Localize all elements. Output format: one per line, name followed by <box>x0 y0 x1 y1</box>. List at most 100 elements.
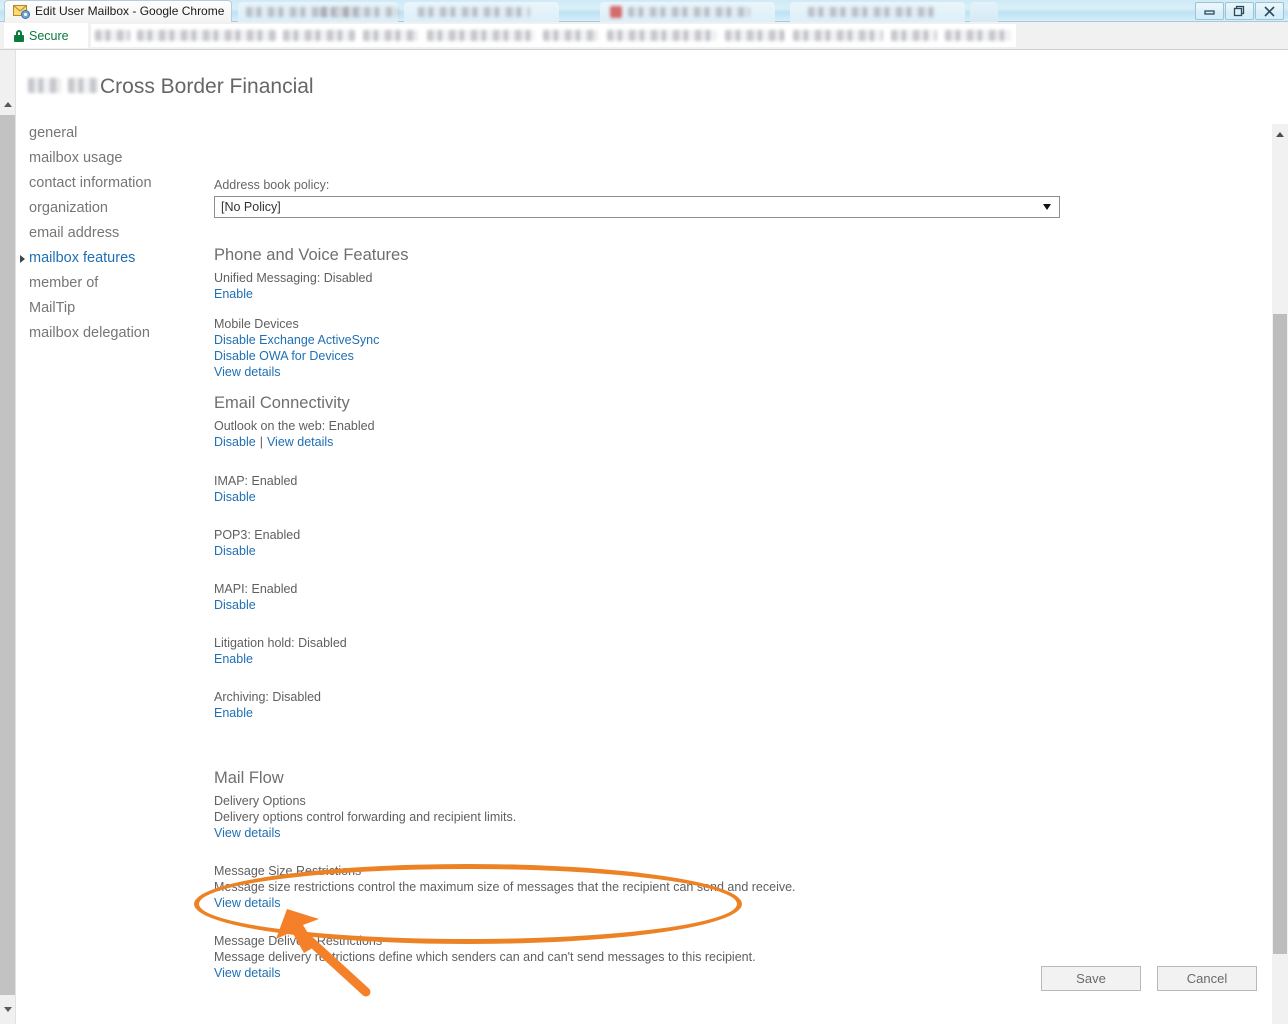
url-redacted-part <box>427 30 535 41</box>
new-tab-button[interactable] <box>970 2 998 22</box>
sidebar-item-mailbox-delegation[interactable]: mailbox delegation <box>29 321 199 346</box>
message-delivery-restrictions-group: Message Delivery Restrictions Message de… <box>214 933 1074 981</box>
browser-toolbar: Secure <box>0 22 1288 50</box>
url-redacted-part <box>363 30 418 41</box>
litigation-hold-group: Litigation hold: Disabled Enable <box>214 635 1074 667</box>
url-redacted-part <box>891 30 937 41</box>
owa-actions: Disable | View details <box>214 434 1074 450</box>
mobile-devices-view-details-link[interactable]: View details <box>214 364 1074 380</box>
message-size-restrictions-group: Message Size Restrictions Message size r… <box>214 863 1074 911</box>
background-tab-favicon-redacted <box>610 6 622 18</box>
message-size-restrictions-description: Message size restrictions control the ma… <box>214 880 796 894</box>
sidebar-nav: general mailbox usage contact informatio… <box>20 121 199 346</box>
scroll-down-arrow-icon[interactable] <box>4 1007 12 1012</box>
section-title-mail-flow: Mail Flow <box>214 769 284 787</box>
close-icon[interactable] <box>1255 2 1284 20</box>
browser-window: Edit User Mailbox - Google Chrome Secure <box>0 0 1288 1024</box>
owa-link-separator: | <box>259 435 263 449</box>
unified-messaging-status: Unified Messaging: Disabled <box>214 271 373 285</box>
url-redacted-part <box>95 30 130 41</box>
mapi-disable-link[interactable]: Disable <box>214 597 1074 613</box>
sidebar-item-general[interactable]: general <box>29 121 199 146</box>
url-redacted-part <box>945 30 1011 41</box>
sidebar-item-organization[interactable]: organization <box>29 196 199 221</box>
message-delivery-restrictions-title: Message Delivery Restrictions <box>214 934 383 948</box>
active-tab-title: Edit User Mailbox - Google Chrome <box>35 4 225 18</box>
sidebar-item-email-address[interactable]: email address <box>29 221 199 246</box>
background-tab-label-redacted <box>418 7 530 17</box>
mapi-group: MAPI: Enabled Disable <box>214 581 1074 613</box>
message-delivery-restrictions-view-details-link[interactable]: View details <box>214 965 1074 981</box>
cancel-button[interactable]: Cancel <box>1157 966 1257 991</box>
mapi-status: MAPI: Enabled <box>214 582 298 596</box>
active-tab[interactable]: Edit User Mailbox - Google Chrome <box>4 0 232 22</box>
url-redacted-part <box>725 30 785 41</box>
disable-exchange-activesync-link[interactable]: Disable Exchange ActiveSync <box>214 332 1074 348</box>
address-book-policy-label: Address book policy: <box>214 178 330 192</box>
background-tab-label-redacted <box>320 7 398 17</box>
main-content: Address book policy: [No Policy] Phone a… <box>214 178 1074 981</box>
sidebar-item-mailbox-usage[interactable]: mailbox usage <box>29 146 199 171</box>
url-redacted-part <box>793 30 883 41</box>
minimize-icon[interactable] <box>1195 2 1224 20</box>
pop3-disable-link[interactable]: Disable <box>214 543 1074 559</box>
owa-view-details-link[interactable]: View details <box>267 434 333 450</box>
archiving-status: Archiving: Disabled <box>214 690 321 704</box>
litigation-hold-enable-link[interactable]: Enable <box>214 651 1074 667</box>
imap-disable-link[interactable]: Disable <box>214 489 1074 505</box>
scroll-up-arrow-icon[interactable] <box>1276 132 1284 137</box>
url-redacted-part <box>543 30 598 41</box>
sidebar-item-mailbox-features[interactable]: mailbox features <box>20 246 199 271</box>
background-tab-label-redacted <box>628 7 750 17</box>
address-book-policy-value: [No Policy] <box>221 200 281 214</box>
delivery-options-description: Delivery options control forwarding and … <box>214 810 517 824</box>
message-size-restrictions-title: Message Size Restrictions <box>214 864 362 878</box>
window-controls <box>1195 2 1284 20</box>
message-delivery-restrictions-description: Message delivery restrictions define whi… <box>214 950 756 964</box>
delivery-options-title: Delivery Options <box>214 794 306 808</box>
owa-status: Outlook on the web: Enabled <box>214 419 375 433</box>
title-bar: Edit User Mailbox - Google Chrome <box>0 0 1288 22</box>
url-redacted-part <box>137 30 277 41</box>
litigation-hold-status: Litigation hold: Disabled <box>214 636 347 650</box>
mobile-devices-title: Mobile Devices <box>214 317 299 331</box>
unified-messaging-enable-link[interactable]: Enable <box>214 286 1074 302</box>
content-scrollbar[interactable] <box>1272 124 1288 1024</box>
lock-icon <box>14 29 24 42</box>
section-title-email-connectivity: Email Connectivity <box>214 394 350 412</box>
security-label: Secure <box>29 28 69 43</box>
save-button[interactable]: Save <box>1041 966 1141 991</box>
message-size-restrictions-view-details-link[interactable]: View details <box>214 895 1074 911</box>
url-redacted-part <box>607 30 717 41</box>
mailbox-gear-icon <box>13 5 30 19</box>
page-title-redacted-prefix <box>68 78 98 93</box>
imap-status: IMAP: Enabled <box>214 474 298 488</box>
chevron-down-icon <box>1043 204 1051 210</box>
disable-owa-for-devices-link[interactable]: Disable OWA for Devices <box>214 348 1074 364</box>
scroll-up-arrow-icon[interactable] <box>4 102 12 107</box>
footer-actions: Save Cancel <box>1041 966 1257 991</box>
site-security-indicator[interactable]: Secure <box>4 23 88 48</box>
background-tab-label-redacted <box>808 7 936 17</box>
scrollbar-thumb[interactable] <box>1273 314 1287 954</box>
mobile-devices-group: Mobile Devices Disable Exchange ActiveSy… <box>214 316 1074 380</box>
owa-disable-link[interactable]: Disable <box>214 434 256 450</box>
delivery-options-group: Delivery Options Delivery options contro… <box>214 793 1074 841</box>
pop3-group: POP3: Enabled Disable <box>214 527 1074 559</box>
sidebar-item-member-of[interactable]: member of <box>29 271 199 296</box>
delivery-options-view-details-link[interactable]: View details <box>214 825 1074 841</box>
url-redacted-part <box>283 30 355 41</box>
archiving-enable-link[interactable]: Enable <box>214 705 1074 721</box>
restore-icon[interactable] <box>1225 2 1254 20</box>
page-viewport: Cross Border Financial general mailbox u… <box>0 50 1288 1024</box>
section-title-phone-voice: Phone and Voice Features <box>214 246 409 264</box>
address-bar[interactable] <box>91 24 1016 47</box>
address-book-policy-select[interactable]: [No Policy] <box>214 196 1060 218</box>
sidebar-item-mailtip[interactable]: MailTip <box>29 296 199 321</box>
page-title: Cross Border Financial <box>100 75 314 98</box>
outer-scrollbar[interactable] <box>0 50 16 1024</box>
pop3-status: POP3: Enabled <box>214 528 301 542</box>
page-title-redacted-prefix <box>28 78 61 93</box>
sidebar-item-contact-information[interactable]: contact information <box>29 171 199 196</box>
outer-scrollbar-thumb[interactable] <box>0 115 15 995</box>
